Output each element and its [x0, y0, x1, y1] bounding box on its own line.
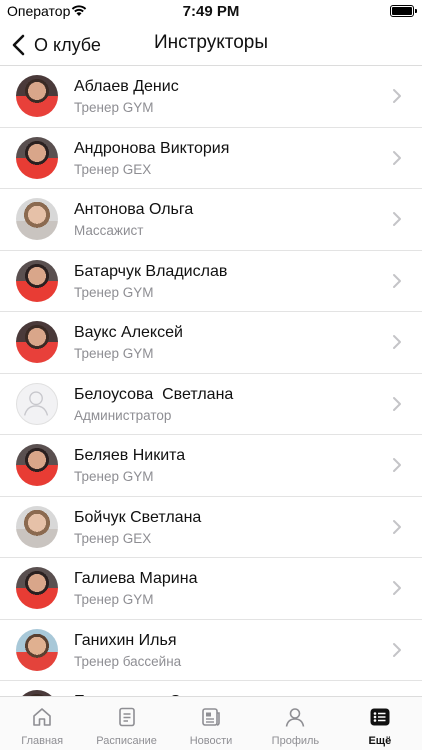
more-icon	[370, 708, 390, 726]
instructor-name: Бойчук Светлана	[74, 508, 202, 526]
instructor-role: Тренер GYM	[74, 346, 154, 361]
instructor-row[interactable]: Андронова Виктория Тренер GEX	[0, 128, 422, 189]
chevron-right-icon	[393, 642, 401, 657]
instructor-row[interactable]: Bаукс Алексей Тренер GYM	[0, 312, 422, 374]
tab-news[interactable]: Новости	[169, 697, 253, 750]
avatar	[16, 628, 58, 671]
instructor-role: Тренер GYM	[74, 100, 154, 115]
tab-more[interactable]: Ещё	[338, 697, 422, 750]
status-time: 7:49 PM	[182, 3, 240, 20]
instructor-row[interactable]: Бойчук Светлана Тренер GEX	[0, 497, 422, 558]
tab-schedule[interactable]: Расписание	[84, 697, 168, 750]
avatar	[16, 444, 58, 486]
instructor-row[interactable]: Белоусова Светлана Администратор	[0, 374, 422, 435]
instructor-role: Тренер GYM	[74, 592, 154, 607]
instructor-name: Ганихин Илья	[74, 631, 177, 649]
chevron-right-icon	[393, 458, 401, 472]
instructor-role: Тренер GYM	[74, 284, 154, 300]
page-title: Инструкторы	[153, 32, 268, 53]
tab-label: Главная	[21, 735, 64, 747]
instructor-role: Тренер бассейна	[74, 653, 182, 669]
news-icon	[202, 708, 220, 726]
instructor-role: Администратор	[74, 407, 172, 423]
person-silhouette-icon	[23, 390, 49, 416]
instructor-name: Батарчук Владислав	[74, 262, 228, 280]
avatar	[16, 505, 58, 548]
instructor-name: Белоусова Светлана	[74, 385, 234, 403]
status-bar: Оператор 7:49 PM	[0, 0, 422, 24]
profile-icon	[286, 708, 305, 727]
home-icon	[33, 708, 52, 726]
instructor-row[interactable]: Галиева Марина Тренер GYM	[0, 558, 422, 620]
instructor-role: Тренер GYM	[74, 469, 154, 484]
chevron-right-icon	[393, 335, 401, 349]
avatar	[16, 198, 58, 240]
tab-bar: Главная Расписание Новости Профиль Ещё	[0, 696, 422, 750]
instructor-name: Андронова Виктория	[74, 139, 230, 157]
tab-label: Ещё	[368, 735, 392, 747]
chevron-right-icon	[393, 519, 401, 534]
avatar	[16, 567, 58, 609]
instructor-role: Массажист	[74, 223, 144, 238]
tab-profile[interactable]: Профиль	[253, 697, 337, 750]
chevron-right-icon	[393, 273, 401, 288]
chevron-right-icon	[393, 89, 401, 103]
avatar	[16, 75, 58, 117]
instructor-row[interactable]: Аблаев Денис Тренер GYM	[0, 66, 422, 128]
instructor-name: Bаукс Алексей	[74, 324, 183, 341]
tab-label: Расписание	[96, 735, 157, 747]
chevron-right-icon	[393, 150, 401, 165]
chevron-right-icon	[393, 396, 401, 411]
navigation-bar: О клубе Инструкторы	[0, 24, 422, 66]
instructor-row[interactable]: Ермоленков Степан	[0, 681, 422, 696]
tab-label: Профиль	[271, 735, 320, 747]
instructor-name: Антонова Ольга	[74, 201, 194, 218]
avatar	[16, 259, 58, 302]
instructor-name: Галиева Марина	[74, 570, 198, 587]
battery-icon	[390, 5, 417, 17]
instructor-row[interactable]: Батарчук Владислав Тренер GYM	[0, 251, 422, 312]
instructor-row[interactable]: Беляев Никита Тренер GYM	[0, 435, 422, 497]
avatar-placeholder	[16, 382, 58, 425]
instructor-role: Тренер GEX	[74, 161, 152, 177]
instructor-role: Тренер GEX	[74, 530, 152, 546]
instructor-row[interactable]: Антонова Ольга Массажист	[0, 189, 422, 251]
instructor-row[interactable]: Ганихин Илья Тренер бассейна	[0, 620, 422, 681]
instructor-name: Беляев Никита	[74, 447, 186, 464]
schedule-icon	[118, 707, 135, 727]
chevron-right-icon	[393, 212, 401, 226]
avatar	[16, 136, 58, 179]
avatar	[16, 321, 58, 363]
tab-home[interactable]: Главная	[0, 697, 84, 750]
instructor-name: Аблаев Денис	[74, 78, 179, 95]
chevron-right-icon	[393, 581, 401, 595]
tab-label: Новости	[189, 735, 233, 747]
instructor-list[interactable]: Аблаев Денис Тренер GYM Андронова Виктория…	[0, 66, 422, 696]
